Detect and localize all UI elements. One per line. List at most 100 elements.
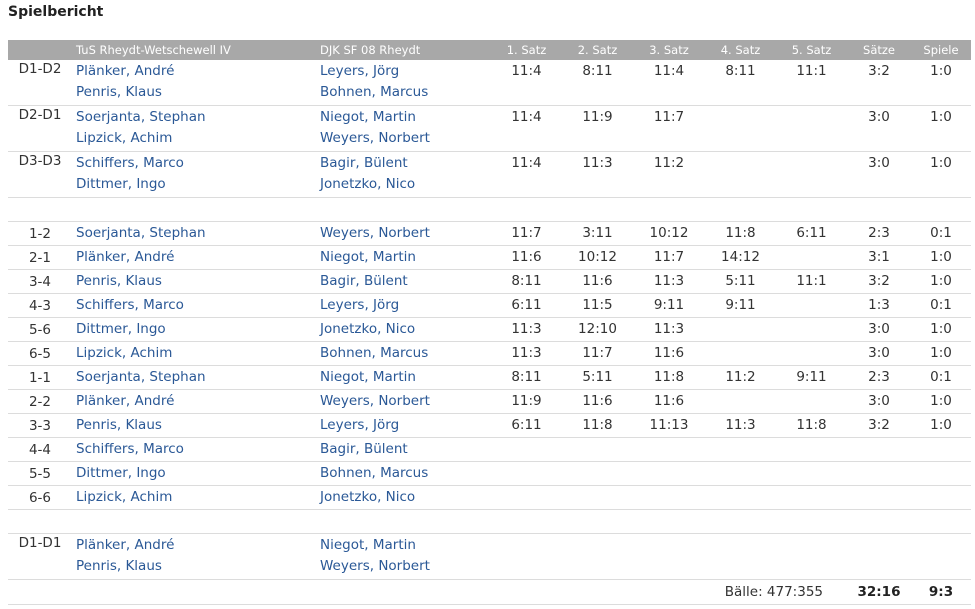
home-player-link[interactable]: Dittmer, Ingo (76, 174, 312, 195)
home-player-link[interactable]: Dittmer, Ingo (76, 319, 312, 340)
match-row: D2-D1 Soerjanta, Stephan Lipzick, Achim Nie… (8, 105, 971, 152)
home-player-link[interactable]: Soerjanta, Stephan (76, 223, 312, 244)
set-1-score: 11:3 (491, 317, 562, 342)
away-player-link[interactable]: Jonetzko, Nico (320, 487, 487, 508)
spiele-value: 1:0 (930, 417, 952, 433)
away-player-link[interactable]: Jonetzko, Nico (320, 174, 487, 195)
spiele-result: 0:1 (911, 365, 971, 390)
set-score-value: 12:10 (578, 321, 617, 337)
match-row: 3-3 Penris, Klaus Leyers, Jörg 6:11 11:8 11:1… (8, 413, 971, 438)
saetze-result: 1:3 (847, 293, 911, 318)
away-player-link[interactable]: Niegot, Martin (320, 107, 487, 128)
set-1-score: 11:6 (491, 245, 562, 270)
away-player-link[interactable]: Leyers, Jörg (320, 415, 487, 436)
home-player-link[interactable]: Lipzick, Achim (76, 343, 312, 364)
home-players-cell: Dittmer, Ingo (72, 461, 316, 486)
set-3-score: 11:4 (633, 60, 705, 106)
spiele-result: 1:0 (911, 245, 971, 270)
home-players-cell: Plänker, André (72, 245, 316, 270)
set-1-score: 11:7 (491, 221, 562, 246)
home-player-link[interactable]: Soerjanta, Stephan (76, 367, 312, 388)
home-player-link[interactable]: Penris, Klaus (76, 82, 312, 103)
set-2-score (562, 437, 633, 462)
home-player-link[interactable]: Plänker, André (76, 391, 312, 412)
set-score-value: 11:8 (725, 225, 756, 241)
set-2-score: 11:3 (562, 151, 633, 198)
spacer-row (8, 197, 971, 222)
home-players-cell: Plänker, André (72, 389, 316, 414)
away-player-link[interactable]: Bohnen, Marcus (320, 343, 487, 364)
home-players-cell: Penris, Klaus (72, 269, 316, 294)
away-players-cell: Leyers, Jörg (316, 413, 491, 438)
match-position: 1-2 (8, 221, 72, 246)
home-player-link[interactable]: Penris, Klaus (76, 556, 312, 577)
set-3-score: 11:8 (633, 365, 705, 390)
set-3-score: 11:3 (633, 269, 705, 294)
set-4-score: 14:12 (705, 245, 776, 270)
spiele-result: 1:0 (911, 151, 971, 198)
set-score-value: 6:11 (796, 225, 827, 241)
away-player-link[interactable]: Weyers, Norbert (320, 223, 487, 244)
spiele-value: 1:0 (930, 109, 952, 125)
home-player-link[interactable]: Penris, Klaus (76, 415, 312, 436)
saetze-value: 3:0 (868, 155, 890, 171)
home-player-link[interactable]: Soerjanta, Stephan (76, 107, 312, 128)
set-score-value: 9:11 (796, 369, 827, 385)
saetze-result (847, 437, 911, 462)
set-5-score (776, 317, 847, 342)
away-player-link[interactable]: Leyers, Jörg (320, 61, 487, 82)
away-players-cell: Bohnen, Marcus (316, 461, 491, 486)
home-player-link[interactable]: Lipzick, Achim (76, 487, 312, 508)
set-5-score (776, 151, 847, 198)
away-players-cell: Weyers, Norbert (316, 221, 491, 246)
spiele-result: 1:0 (911, 60, 971, 106)
set-score-value: 11:3 (511, 321, 542, 337)
set-1-score (491, 461, 562, 486)
away-player-link[interactable]: Bohnen, Marcus (320, 82, 487, 103)
set-5-score (776, 437, 847, 462)
set-5-score (776, 341, 847, 366)
away-player-link[interactable]: Weyers, Norbert (320, 556, 487, 577)
home-player-link[interactable]: Dittmer, Ingo (76, 463, 312, 484)
match-row: 1-1 Soerjanta, Stephan Niegot, Martin 8:11 5… (8, 365, 971, 390)
set-4-score (705, 317, 776, 342)
home-player-link[interactable]: Plänker, André (76, 535, 312, 556)
match-position: 1-1 (8, 365, 72, 390)
set-2-score: 11:6 (562, 389, 633, 414)
away-player-link[interactable]: Bagir, Bülent (320, 153, 487, 174)
away-player-link[interactable]: Bagir, Bülent (320, 271, 487, 292)
header-away-team: DJK SF 08 Rheydt (316, 40, 491, 60)
away-player-link[interactable]: Jonetzko, Nico (320, 319, 487, 340)
match-row: 3-4 Penris, Klaus Bagir, Bülent 8:11 11:6 11:… (8, 269, 971, 294)
away-players-cell: Bagir, Bülent (316, 437, 491, 462)
set-score-value: 5:11 (725, 273, 756, 289)
away-player-link[interactable]: Weyers, Norbert (320, 391, 487, 412)
spiele-value: 1:0 (930, 249, 952, 265)
header-spiele: Spiele (911, 40, 971, 60)
home-player-link[interactable]: Schiffers, Marco (76, 439, 312, 460)
home-player-link[interactable]: Penris, Klaus (76, 271, 312, 292)
match-position: 6-6 (8, 485, 72, 510)
away-player-link[interactable]: Leyers, Jörg (320, 295, 487, 316)
away-player-link[interactable]: Niegot, Martin (320, 367, 487, 388)
set-score-value: 11:4 (511, 109, 542, 125)
away-player-link[interactable]: Bagir, Bülent (320, 439, 487, 460)
set-5-score: 11:1 (776, 269, 847, 294)
match-row: 6-6 Lipzick, Achim Jonetzko, Nico (8, 485, 971, 510)
home-player-link[interactable]: Plänker, André (76, 61, 312, 82)
away-players-cell: Jonetzko, Nico (316, 485, 491, 510)
home-player-link[interactable]: Schiffers, Marco (76, 153, 312, 174)
away-player-link[interactable]: Niegot, Martin (320, 535, 487, 556)
saetze-result (847, 533, 911, 580)
set-4-score (705, 389, 776, 414)
set-1-score: 11:4 (491, 105, 562, 152)
away-player-link[interactable]: Weyers, Norbert (320, 128, 487, 149)
away-player-link[interactable]: Niegot, Martin (320, 247, 487, 268)
away-players-cell: Niegot, Martin (316, 245, 491, 270)
home-player-link[interactable]: Schiffers, Marco (76, 295, 312, 316)
home-player-link[interactable]: Lipzick, Achim (76, 128, 312, 149)
home-player-link[interactable]: Plänker, André (76, 247, 312, 268)
home-players-cell: Plänker, André Penris, Klaus (72, 60, 316, 106)
away-player-link[interactable]: Bohnen, Marcus (320, 463, 487, 484)
saetze-result: 3:0 (847, 151, 911, 198)
